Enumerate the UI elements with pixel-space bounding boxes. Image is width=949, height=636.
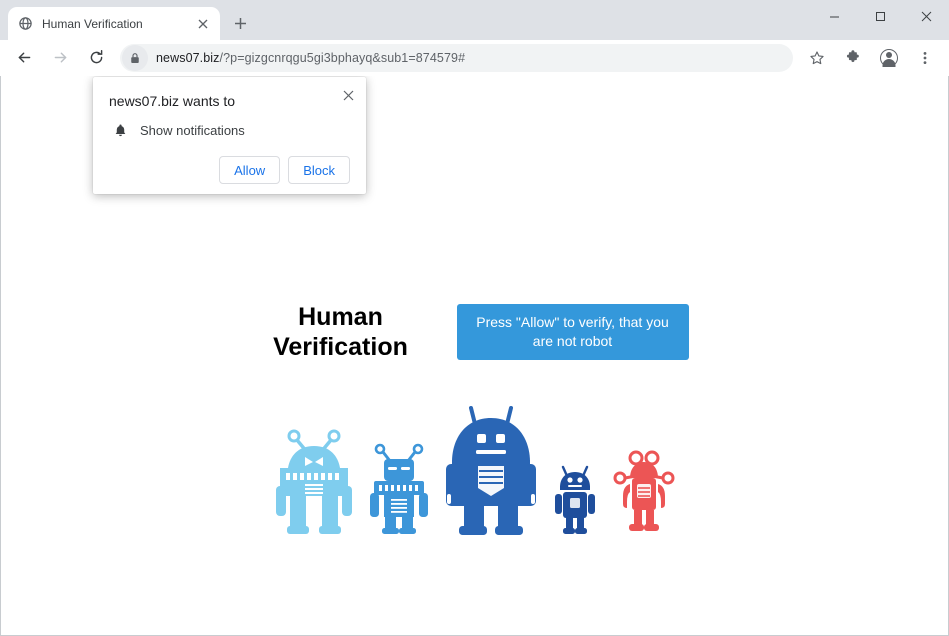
bell-icon <box>109 123 131 138</box>
globe-icon <box>17 16 33 32</box>
chrome-menu-icon[interactable] <box>911 44 939 72</box>
robot-3-royal-blue <box>445 406 536 535</box>
page-title-line2: Verification <box>273 333 408 361</box>
close-window-button[interactable] <box>903 0 949 32</box>
allow-instruction-callout: Press "Allow" to verify, that you are no… <box>456 304 689 360</box>
hero-section: Human Verification Press "Allow" to veri… <box>1 302 948 362</box>
address-bar[interactable]: news07.biz/?p=gizgcnrqgu5gi3bphayq&sub1=… <box>120 43 793 72</box>
window-controls <box>811 0 949 32</box>
robot-1-light-blue <box>275 429 352 534</box>
dialog-actions: Allow Block <box>109 156 350 184</box>
permission-label: Show notifications <box>140 123 245 138</box>
maximize-button[interactable] <box>857 0 903 32</box>
page-title: Human Verification <box>261 302 421 362</box>
reload-icon[interactable] <box>82 44 110 72</box>
minimize-button[interactable] <box>811 0 857 32</box>
url-host: news07.biz <box>156 50 220 65</box>
forward-icon[interactable] <box>46 44 74 72</box>
tab-close-icon[interactable] <box>195 16 211 32</box>
back-icon[interactable] <box>10 44 38 72</box>
page-title-line1: Human <box>298 303 383 331</box>
url-text: news07.biz/?p=gizgcnrqgu5gi3bphayq&sub1=… <box>156 51 465 65</box>
page-viewport: Human Verification Press "Allow" to veri… <box>0 76 949 636</box>
permission-row: Show notifications <box>109 123 350 138</box>
robot-5-red <box>613 450 674 531</box>
bookmark-star-icon[interactable] <box>803 44 831 72</box>
robot-illustration-row <box>1 404 948 536</box>
notification-permission-dialog: news07.biz wants to Show notifications A… <box>93 77 366 194</box>
new-tab-button[interactable] <box>226 9 254 37</box>
tab-title: Human Verification <box>42 16 143 31</box>
dialog-title: news07.biz wants to <box>109 93 236 109</box>
robot-4-dark-blue <box>554 465 595 534</box>
url-path: /?p=gizgcnrqgu5gi3bphayq&sub1=874579# <box>219 50 466 65</box>
profile-avatar-icon[interactable] <box>875 44 903 72</box>
dialog-close-icon[interactable] <box>338 85 358 105</box>
browser-window: Human Verification news07.biz/?p=gizgcnr… <box>0 0 949 636</box>
browser-tab[interactable]: Human Verification <box>8 7 220 40</box>
robot-2-medium-blue <box>369 443 428 534</box>
block-button[interactable]: Block <box>288 156 350 184</box>
lock-icon <box>122 44 148 71</box>
allow-button[interactable]: Allow <box>219 156 281 184</box>
browser-toolbar: news07.biz/?p=gizgcnrqgu5gi3bphayq&sub1=… <box>0 40 949 76</box>
extensions-puzzle-icon[interactable] <box>839 44 867 72</box>
tab-strip: Human Verification <box>0 0 949 40</box>
